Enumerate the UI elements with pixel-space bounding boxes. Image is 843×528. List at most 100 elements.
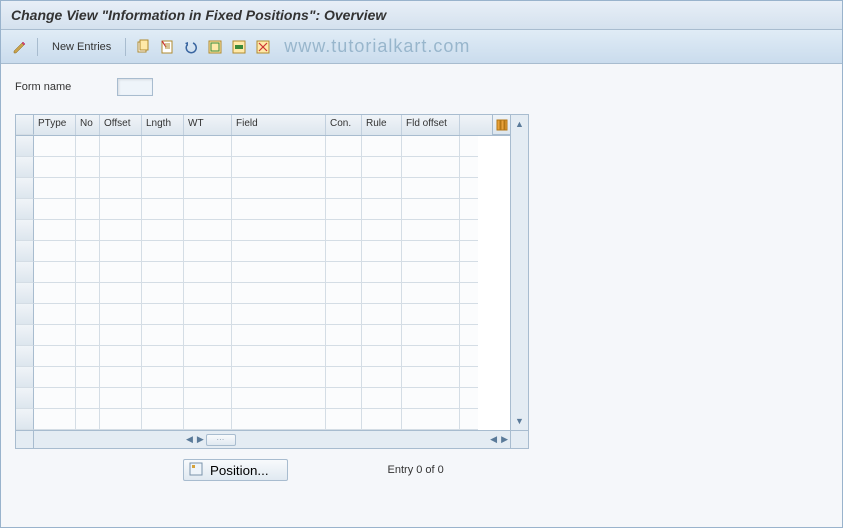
scroll-left-icon[interactable]: ◀ (184, 434, 195, 445)
cell-ptype[interactable] (34, 409, 76, 430)
cell-ptype[interactable] (34, 178, 76, 199)
cell-con[interactable] (326, 178, 362, 199)
row-selector[interactable] (16, 262, 34, 283)
cell-lngth[interactable] (142, 304, 184, 325)
cell-no[interactable] (76, 178, 100, 199)
select-block-icon[interactable] (228, 36, 250, 58)
scroll-right-icon[interactable]: ▶ (195, 434, 206, 445)
column-header-fld_offset[interactable]: Fld offset (402, 115, 460, 135)
cell-field[interactable] (232, 304, 326, 325)
row-selector[interactable] (16, 199, 34, 220)
cell-offset[interactable] (100, 157, 142, 178)
cell-con[interactable] (326, 220, 362, 241)
vertical-scrollbar[interactable]: ▲ ▼ (510, 115, 528, 430)
cell-fld_offset[interactable] (402, 346, 460, 367)
cell-wt[interactable] (184, 199, 232, 220)
cell-rule[interactable] (362, 409, 402, 430)
cell-no[interactable] (76, 157, 100, 178)
row-selector[interactable] (16, 304, 34, 325)
cell-field[interactable] (232, 283, 326, 304)
cell-con[interactable] (326, 241, 362, 262)
cell-lngth[interactable] (142, 367, 184, 388)
cell-wt[interactable] (184, 157, 232, 178)
cell-rule[interactable] (362, 220, 402, 241)
cell-lngth[interactable] (142, 178, 184, 199)
cell-rule[interactable] (362, 388, 402, 409)
cell-ptype[interactable] (34, 325, 76, 346)
cell-rule[interactable] (362, 283, 402, 304)
cell-rule[interactable] (362, 241, 402, 262)
cell-wt[interactable] (184, 283, 232, 304)
cell-wt[interactable] (184, 388, 232, 409)
cell-offset[interactable] (100, 220, 142, 241)
cell-no[interactable] (76, 325, 100, 346)
scroll-left-end-icon[interactable]: ◀ (488, 434, 499, 445)
cell-fld_offset[interactable] (402, 220, 460, 241)
cell-rule[interactable] (362, 157, 402, 178)
copy-icon[interactable] (132, 36, 154, 58)
cell-fld_offset[interactable] (402, 325, 460, 346)
cell-ptype[interactable] (34, 199, 76, 220)
cell-ptype[interactable] (34, 367, 76, 388)
cell-no[interactable] (76, 199, 100, 220)
toggle-display-change-icon[interactable] (9, 36, 31, 58)
cell-offset[interactable] (100, 199, 142, 220)
cell-field[interactable] (232, 388, 326, 409)
cell-wt[interactable] (184, 241, 232, 262)
cell-fld_offset[interactable] (402, 136, 460, 157)
cell-lngth[interactable] (142, 346, 184, 367)
cell-field[interactable] (232, 241, 326, 262)
column-header-con[interactable]: Con. (326, 115, 362, 135)
cell-rule[interactable] (362, 136, 402, 157)
cell-field[interactable] (232, 409, 326, 430)
cell-wt[interactable] (184, 178, 232, 199)
row-selector[interactable] (16, 241, 34, 262)
cell-lngth[interactable] (142, 157, 184, 178)
cell-wt[interactable] (184, 220, 232, 241)
row-selector[interactable] (16, 388, 34, 409)
cell-lngth[interactable] (142, 325, 184, 346)
cell-lngth[interactable] (142, 220, 184, 241)
cell-lngth[interactable] (142, 283, 184, 304)
cell-rule[interactable] (362, 325, 402, 346)
row-selector[interactable] (16, 178, 34, 199)
configure-columns-button[interactable] (492, 115, 510, 135)
cell-ptype[interactable] (34, 157, 76, 178)
row-selector[interactable] (16, 283, 34, 304)
cell-no[interactable] (76, 136, 100, 157)
scroll-up-icon[interactable]: ▲ (515, 117, 524, 131)
cell-no[interactable] (76, 304, 100, 325)
cell-field[interactable] (232, 199, 326, 220)
column-header-rule[interactable]: Rule (362, 115, 402, 135)
cell-fld_offset[interactable] (402, 283, 460, 304)
cell-con[interactable] (326, 388, 362, 409)
cell-fld_offset[interactable] (402, 388, 460, 409)
row-selector-header[interactable] (16, 115, 34, 135)
cell-con[interactable] (326, 304, 362, 325)
cell-field[interactable] (232, 346, 326, 367)
cell-offset[interactable] (100, 304, 142, 325)
cell-wt[interactable] (184, 346, 232, 367)
cell-lngth[interactable] (142, 262, 184, 283)
cell-ptype[interactable] (34, 220, 76, 241)
cell-con[interactable] (326, 262, 362, 283)
cell-offset[interactable] (100, 346, 142, 367)
cell-wt[interactable] (184, 367, 232, 388)
cell-offset[interactable] (100, 283, 142, 304)
scroll-thumb[interactable]: ⋯ (206, 434, 236, 446)
cell-fld_offset[interactable] (402, 241, 460, 262)
cell-rule[interactable] (362, 262, 402, 283)
cell-wt[interactable] (184, 409, 232, 430)
cell-offset[interactable] (100, 409, 142, 430)
cell-con[interactable] (326, 136, 362, 157)
cell-ptype[interactable] (34, 304, 76, 325)
column-header-wt[interactable]: WT (184, 115, 232, 135)
cell-rule[interactable] (362, 304, 402, 325)
row-selector[interactable] (16, 136, 34, 157)
cell-lngth[interactable] (142, 136, 184, 157)
cell-no[interactable] (76, 388, 100, 409)
cell-no[interactable] (76, 241, 100, 262)
cell-no[interactable] (76, 409, 100, 430)
column-header-lngth[interactable]: Lngth (142, 115, 184, 135)
cell-field[interactable] (232, 157, 326, 178)
